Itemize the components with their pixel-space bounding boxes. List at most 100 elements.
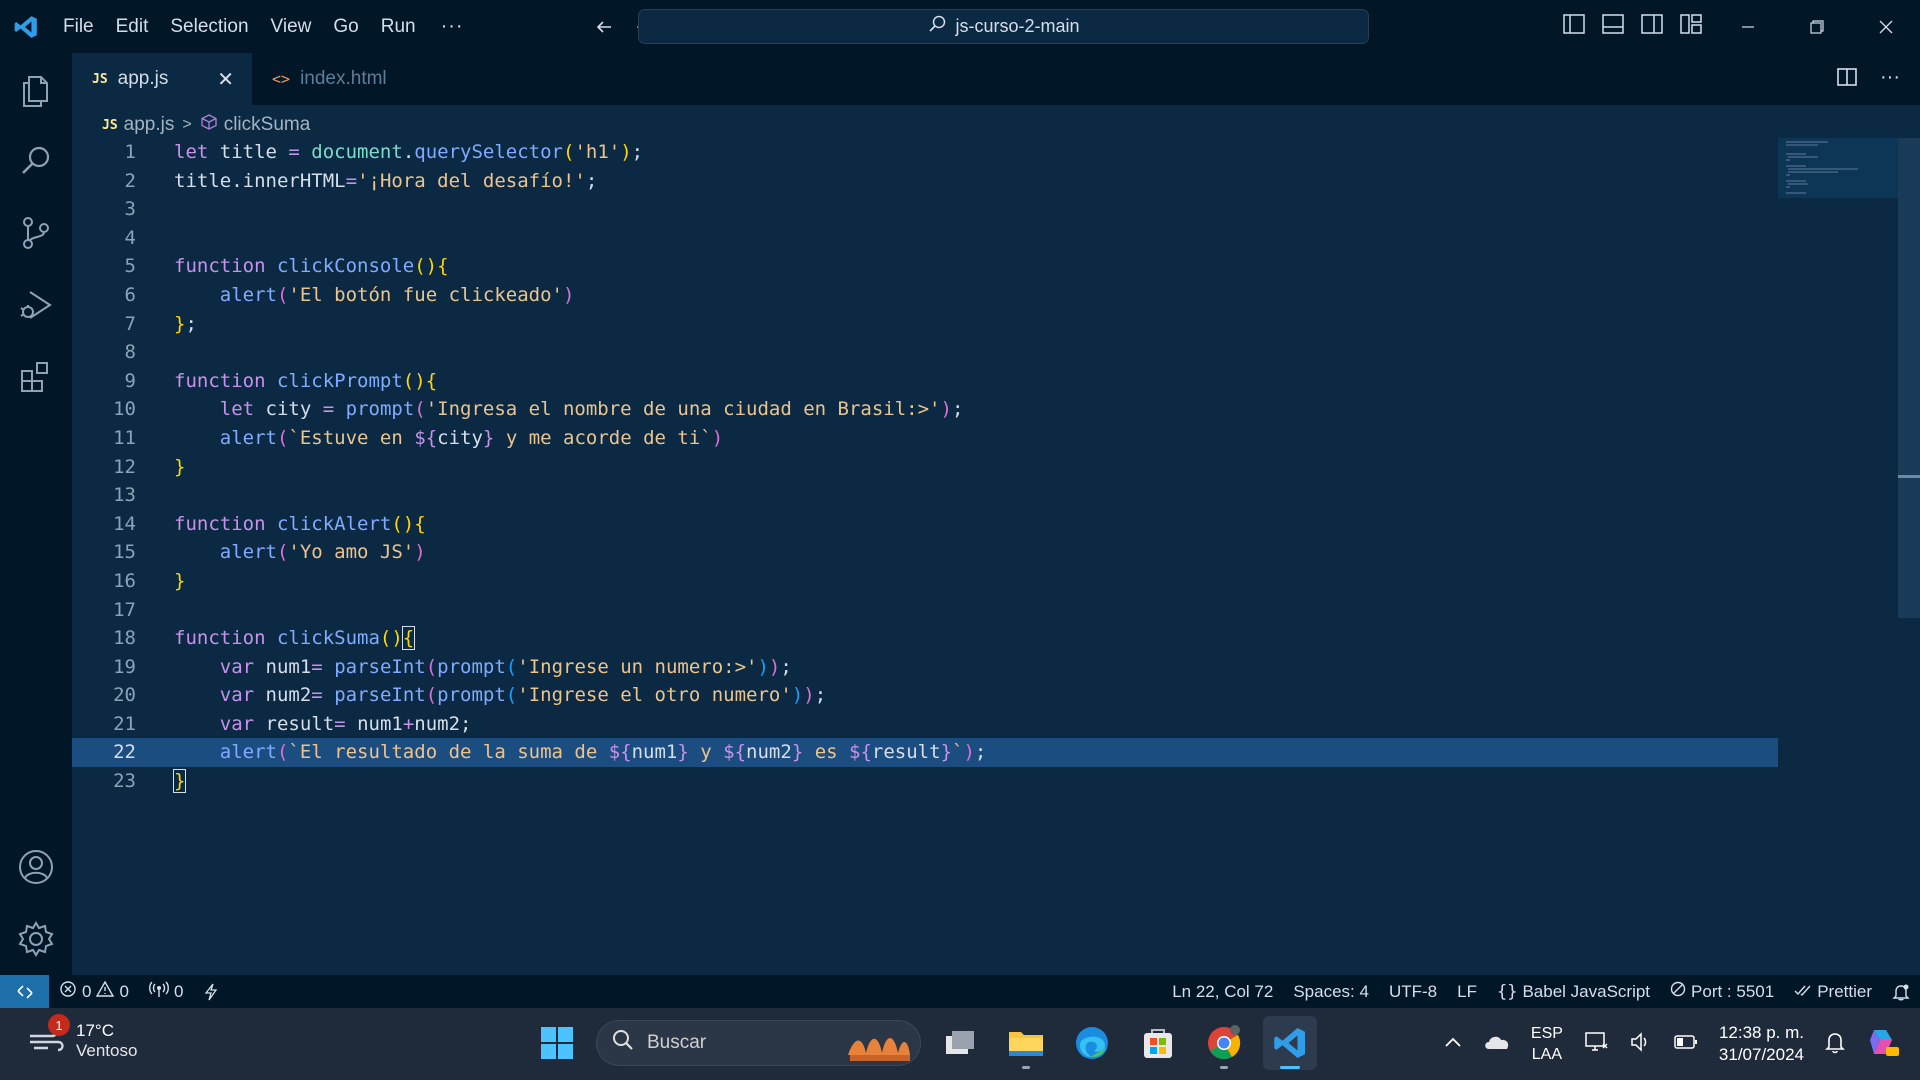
menu-edit[interactable]: Edit <box>105 0 160 53</box>
task-view-icon[interactable] <box>933 1016 987 1070</box>
code-line: 20 var num2= parseInt(prompt('Ingrese el… <box>72 681 1778 710</box>
command-center-search[interactable]: js-curso-2-main <box>638 9 1369 44</box>
back-arrow-icon[interactable] <box>590 13 618 41</box>
title-bar: File Edit Selection View Go Run ··· js-c… <box>0 0 1920 53</box>
indentation[interactable]: Spaces: 4 <box>1283 975 1379 1008</box>
network-icon[interactable] <box>1583 1030 1609 1059</box>
vscode-taskbar-icon[interactable] <box>1263 1016 1317 1070</box>
live-server-port[interactable]: Port : 5501 <box>1660 975 1784 1008</box>
remote-indicator-icon[interactable] <box>0 975 49 1008</box>
line-number: 21 <box>113 712 136 735</box>
ports-indicator[interactable]: 0 <box>139 975 193 1008</box>
toggle-panel-icon[interactable] <box>1601 12 1625 36</box>
extensions-icon[interactable] <box>0 341 72 413</box>
menu-selection[interactable]: Selection <box>159 0 259 53</box>
microsoft-store-icon[interactable] <box>1131 1016 1185 1070</box>
vertical-scrollbar[interactable] <box>1898 138 1920 618</box>
tab-label: index.html <box>300 68 387 89</box>
scrollbar-cursor-marker <box>1898 475 1920 478</box>
windows-start-icon[interactable] <box>530 1016 584 1070</box>
search-sidebar-icon[interactable] <box>0 125 72 197</box>
code-line: 21 var result= num1+num2; <box>72 710 1778 739</box>
line-text: alert(`El resultado de la suma de ${num1… <box>219 741 987 764</box>
warning-icon <box>96 980 115 1003</box>
menu-go[interactable]: Go <box>322 0 369 53</box>
line-number: 14 <box>113 512 136 535</box>
onedrive-cloud-icon[interactable] <box>1483 1033 1511 1056</box>
code-line: 5 function clickConsole(){ <box>72 252 1778 281</box>
code-line: 8 <box>72 338 1778 367</box>
line-number: 23 <box>113 770 136 793</box>
problems-indicator[interactable]: 0 0 <box>49 975 139 1008</box>
close-window-icon[interactable] <box>1851 0 1920 53</box>
run-debug-icon[interactable] <box>0 269 72 341</box>
prettier-label: Prettier <box>1817 981 1872 1001</box>
keyboard-layout: LAA <box>1531 1046 1563 1063</box>
braces-icon: {} <box>1496 981 1518 1002</box>
copilot-icon[interactable] <box>1866 1025 1900 1064</box>
tab-index-html[interactable]: <> index.html <box>252 53 422 105</box>
toggle-sidebar-icon[interactable] <box>1562 12 1586 36</box>
encoding[interactable]: UTF-8 <box>1379 975 1447 1008</box>
language-mode[interactable]: {} Babel JavaScript <box>1487 975 1660 1008</box>
running-indicator <box>1220 1066 1228 1069</box>
clock[interactable]: 12:38 p. m. 31/07/2024 <box>1719 1022 1804 1066</box>
accounts-icon[interactable] <box>0 831 72 903</box>
javascript-file-icon: JS <box>102 117 118 133</box>
prettier-status[interactable]: Prettier <box>1784 975 1882 1008</box>
line-number: 19 <box>113 655 136 678</box>
battery-icon[interactable] <box>1673 1033 1699 1056</box>
explorer-icon[interactable] <box>0 55 72 127</box>
line-number: 6 <box>124 283 136 306</box>
volume-icon[interactable] <box>1629 1031 1653 1058</box>
line-text: function clickConsole(){ <box>174 255 449 278</box>
notifications-bell-icon[interactable] <box>1882 975 1920 1008</box>
cube-symbol-icon <box>200 113 218 137</box>
chrome-browser-icon[interactable] <box>1197 1016 1251 1070</box>
menu-file[interactable]: File <box>52 0 105 53</box>
line-number: 18 <box>113 627 136 650</box>
line-text: alert('Yo amo JS') <box>219 541 426 564</box>
menu-run[interactable]: Run <box>370 0 427 53</box>
lightning-icon[interactable] <box>193 975 229 1008</box>
notification-bell-icon[interactable] <box>1824 1030 1846 1059</box>
code-line: 19 var num1= parseInt(prompt('Ingrese un… <box>72 653 1778 682</box>
line-text: alert(`Estuve en ${city} y me acorde de … <box>219 426 724 449</box>
edge-browser-icon[interactable] <box>1065 1016 1119 1070</box>
code-line: 7}; <box>72 310 1778 339</box>
tab-app-js[interactable]: JS app.js ✕ <box>72 53 252 105</box>
toggle-secondary-sidebar-icon[interactable] <box>1640 12 1664 36</box>
minimap[interactable] <box>1778 138 1898 198</box>
clock-date: 31/07/2024 <box>1718 1045 1804 1064</box>
weather-widget[interactable]: 1 17°C Ventoso <box>26 1014 137 1061</box>
source-control-icon[interactable] <box>0 197 72 269</box>
cursor-position[interactable]: Ln 22, Col 72 <box>1162 975 1283 1008</box>
code-line: 10 let city = prompt('Ingresa el nombre … <box>72 395 1778 424</box>
end-of-line[interactable]: LF <box>1447 975 1487 1008</box>
menu-view[interactable]: View <box>260 0 323 53</box>
taskbar-search-input[interactable]: Buscar <box>596 1020 921 1066</box>
broadcast-icon <box>148 980 169 1003</box>
window-controls <box>1713 0 1920 53</box>
line-number: 16 <box>113 569 136 592</box>
input-language[interactable]: ESP LAA <box>1531 1023 1563 1065</box>
customize-layout-icon[interactable] <box>1679 12 1703 36</box>
line-text: } <box>174 455 186 478</box>
code-editor[interactable]: JS app.js > clickSuma 1 let title = docum… <box>72 105 1920 975</box>
settings-gear-icon[interactable] <box>0 903 72 975</box>
breadcrumb-symbol[interactable]: clickSuma <box>224 114 311 136</box>
file-explorer-icon[interactable] <box>999 1016 1053 1070</box>
chevron-up-icon[interactable] <box>1443 1035 1463 1054</box>
more-actions-icon[interactable]: ··· <box>1880 66 1900 93</box>
menu-more-button[interactable]: ··· <box>427 15 478 38</box>
close-tab-icon[interactable]: ✕ <box>217 67 234 92</box>
javascript-file-icon: JS <box>92 71 108 87</box>
split-editor-icon[interactable] <box>1836 66 1858 93</box>
breadcrumb-file[interactable]: app.js <box>124 114 175 136</box>
line-text: var num2= parseInt(prompt('Ingrese el ot… <box>219 684 827 707</box>
code-line-current: 22 alert(`El resultado de la suma de ${n… <box>72 738 1778 768</box>
restore-icon[interactable] <box>1782 0 1851 53</box>
minimize-icon[interactable] <box>1713 0 1782 53</box>
line-number: 12 <box>113 455 136 478</box>
code-line: 15 alert('Yo amo JS') <box>72 538 1778 567</box>
